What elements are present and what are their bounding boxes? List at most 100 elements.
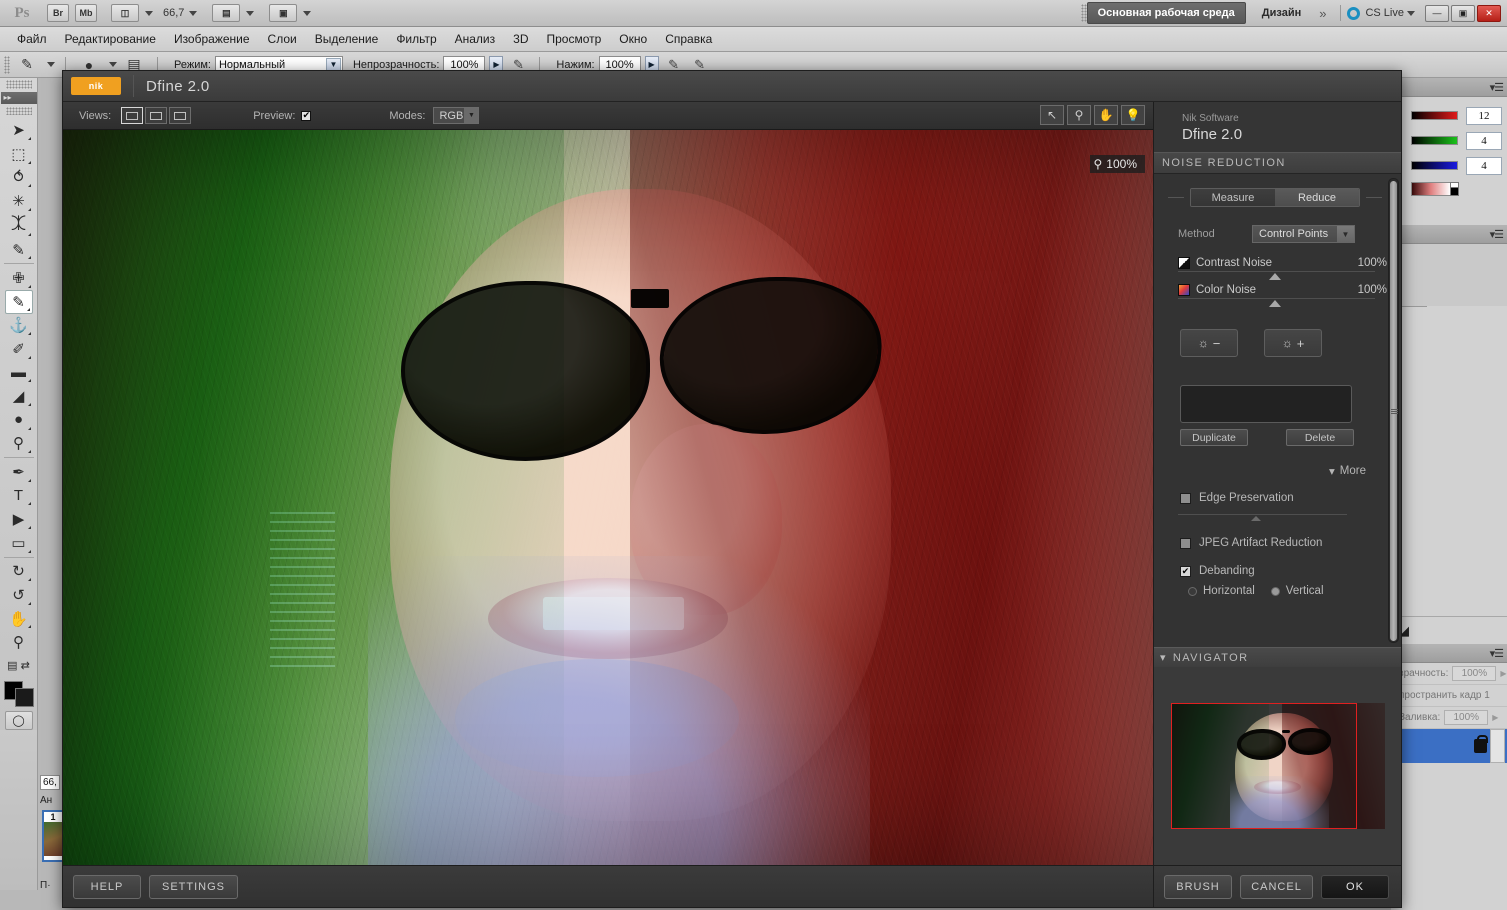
menu-view[interactable]: Просмотр bbox=[537, 32, 610, 46]
settings-button[interactable]: SETTINGS bbox=[149, 874, 239, 899]
more-toggle[interactable]: ▾ More bbox=[1180, 464, 1366, 478]
zoom-tool[interactable]: ⚲ bbox=[5, 630, 33, 654]
chevron-down-icon[interactable]: ▾ bbox=[1160, 651, 1167, 664]
tab-reduce[interactable]: Reduce bbox=[1275, 189, 1359, 206]
menu-select[interactable]: Выделение bbox=[306, 32, 388, 46]
brightness-tool[interactable]: 💡 bbox=[1121, 105, 1145, 125]
noise-reduction-section-header[interactable]: NOISE REDUCTION bbox=[1154, 152, 1401, 174]
menu-3d[interactable]: 3D bbox=[504, 32, 537, 46]
layers-scrollbar[interactable] bbox=[1490, 729, 1505, 763]
eyedropper-tool[interactable]: ✎ bbox=[5, 238, 33, 262]
menu-file[interactable]: Файл bbox=[8, 32, 56, 46]
options-bar-grip[interactable] bbox=[4, 55, 10, 74]
panel-menu-icon[interactable]: ▾☰ bbox=[1490, 647, 1504, 660]
tools-drag-handle[interactable] bbox=[5, 106, 32, 116]
dfine-titlebar[interactable]: nik Dfine 2.0 bbox=[63, 71, 1401, 102]
path-selection-tool[interactable]: ▶ bbox=[5, 507, 33, 531]
tools-panel-grip[interactable] bbox=[5, 80, 32, 89]
rectangle-tool[interactable]: ▭ bbox=[5, 531, 33, 555]
jpeg-artifact-reduction-row[interactable]: JPEG Artifact Reduction bbox=[1180, 537, 1391, 549]
cursor-tool[interactable]: ↖ bbox=[1040, 105, 1064, 125]
debanding-horizontal-option[interactable]: Horizontal bbox=[1188, 585, 1255, 597]
document-zoom-input[interactable]: 66, bbox=[40, 775, 60, 790]
menu-layer[interactable]: Слои bbox=[259, 32, 306, 46]
clone-stamp-tool[interactable]: ⚓ bbox=[5, 314, 33, 338]
gradient-tool[interactable]: ◢ bbox=[5, 384, 33, 408]
tools-collapse-icon[interactable]: ▸▸ bbox=[0, 91, 37, 104]
panel-menu-icon[interactable]: ▾☰ bbox=[1490, 228, 1504, 241]
menu-help[interactable]: Справка bbox=[656, 32, 721, 46]
menu-analysis[interactable]: Анализ bbox=[446, 32, 505, 46]
quick-selection-tool[interactable]: ✳ bbox=[5, 189, 33, 213]
blue-slider[interactable] bbox=[1411, 161, 1458, 170]
view-mode-side-by-side-button[interactable] bbox=[169, 107, 192, 124]
remove-control-point-button[interactable]: ☼ − bbox=[1180, 329, 1238, 357]
menu-window[interactable]: Окно bbox=[610, 32, 656, 46]
brush-tool[interactable]: ✎ bbox=[4, 289, 33, 314]
red-slider[interactable] bbox=[1411, 111, 1458, 120]
pen-tool[interactable]: ✒ bbox=[5, 460, 33, 484]
window-minimize-button[interactable]: — bbox=[1425, 4, 1449, 22]
color-noise-slider[interactable] bbox=[1178, 298, 1375, 307]
preview-checkbox[interactable]: ✔ bbox=[301, 110, 312, 121]
edge-preservation-checkbox[interactable] bbox=[1180, 492, 1191, 504]
type-tool[interactable]: T bbox=[5, 484, 33, 508]
red-value[interactable]: 12 bbox=[1466, 106, 1502, 125]
blue-value[interactable]: 4 bbox=[1466, 156, 1502, 175]
tab-measure[interactable]: Measure bbox=[1191, 189, 1275, 206]
chevron-right-icon[interactable]: ▶ bbox=[1500, 669, 1506, 678]
settings-scrollbar[interactable] bbox=[1388, 178, 1399, 643]
chevron-right-icon[interactable]: ▶ bbox=[1492, 713, 1498, 722]
animation-frame-thumbnail[interactable]: 1 bbox=[42, 810, 64, 862]
chevron-down-icon[interactable] bbox=[189, 10, 198, 16]
history-brush-tool[interactable]: ✐ bbox=[5, 337, 33, 361]
cancel-button[interactable]: CANCEL bbox=[1240, 874, 1313, 899]
edge-preservation-slider-thumb[interactable] bbox=[1250, 516, 1261, 521]
color-channel-red[interactable]: 12 bbox=[1391, 103, 1507, 128]
method-select[interactable]: Control Points ▼ bbox=[1252, 225, 1355, 243]
navigator-body[interactable] bbox=[1154, 667, 1401, 865]
duplicate-button[interactable]: Duplicate bbox=[1180, 429, 1248, 446]
launch-bridge-button[interactable]: Br bbox=[47, 4, 69, 22]
eraser-tool[interactable]: ▬ bbox=[5, 361, 33, 385]
workspace-more-icon[interactable]: » bbox=[1311, 6, 1334, 21]
chevron-down-icon[interactable] bbox=[47, 62, 55, 67]
zoom-tool[interactable]: ⚲ bbox=[1067, 105, 1091, 125]
modes-select[interactable]: RGB ▼ bbox=[433, 107, 480, 124]
delete-button[interactable]: Delete bbox=[1286, 429, 1354, 446]
debanding-vertical-option[interactable]: Vertical bbox=[1270, 585, 1324, 597]
brush-icon[interactable]: ✎ bbox=[14, 55, 40, 75]
menu-edit[interactable]: Редактирование bbox=[56, 32, 165, 46]
quick-mask-toggle[interactable]: ◯ bbox=[4, 711, 33, 731]
3d-rotate-tool[interactable]: ↻ bbox=[5, 560, 33, 584]
black-swatch[interactable] bbox=[1450, 187, 1459, 196]
3d-orbit-tool[interactable]: ↺ bbox=[5, 583, 33, 607]
layer-opacity-row[interactable]: зрачность: 100% ▶ bbox=[1391, 663, 1507, 685]
edge-preservation-slider[interactable] bbox=[1178, 514, 1347, 521]
edge-preservation-row[interactable]: Edge Preservation bbox=[1180, 492, 1391, 504]
marquee-tool[interactable]: ⬚ bbox=[5, 142, 33, 166]
workspace-design-button[interactable]: Дизайн bbox=[1252, 7, 1311, 19]
blur-tool[interactable]: ● bbox=[5, 408, 33, 432]
cs-live-button[interactable]: CS Live bbox=[1347, 6, 1415, 20]
dodge-tool[interactable]: ⚲ bbox=[5, 432, 33, 456]
control-points-list[interactable] bbox=[1180, 385, 1352, 423]
color-swatches[interactable] bbox=[3, 680, 34, 708]
navigator-header[interactable]: ▾ NAVIGATOR bbox=[1154, 647, 1401, 667]
lasso-tool[interactable]: ⥀ bbox=[5, 166, 33, 190]
navigator-viewport-box[interactable] bbox=[1170, 703, 1357, 829]
panel-menu-icon[interactable]: ▾☰ bbox=[1490, 81, 1504, 94]
menu-filter[interactable]: Фильтр bbox=[387, 32, 445, 46]
workspace-grip[interactable] bbox=[1080, 4, 1087, 22]
debanding-checkbox[interactable]: ✔ bbox=[1180, 565, 1191, 577]
background-color-swatch[interactable] bbox=[14, 688, 34, 708]
view-mode-split-button[interactable] bbox=[145, 107, 168, 124]
ok-button[interactable]: OK bbox=[1321, 874, 1389, 899]
workspace-essentials-button[interactable]: Основная рабочая среда bbox=[1086, 2, 1246, 24]
healing-brush-tool[interactable]: ✙ bbox=[5, 266, 33, 290]
debanding-row[interactable]: ✔ Debanding bbox=[1180, 565, 1391, 577]
brush-button[interactable]: BRUSH bbox=[1164, 874, 1232, 899]
color-noise-slider-thumb[interactable] bbox=[1268, 300, 1281, 307]
view-extras-dropdown[interactable]: ◫ bbox=[108, 4, 153, 22]
color-ramp[interactable] bbox=[1411, 182, 1459, 196]
